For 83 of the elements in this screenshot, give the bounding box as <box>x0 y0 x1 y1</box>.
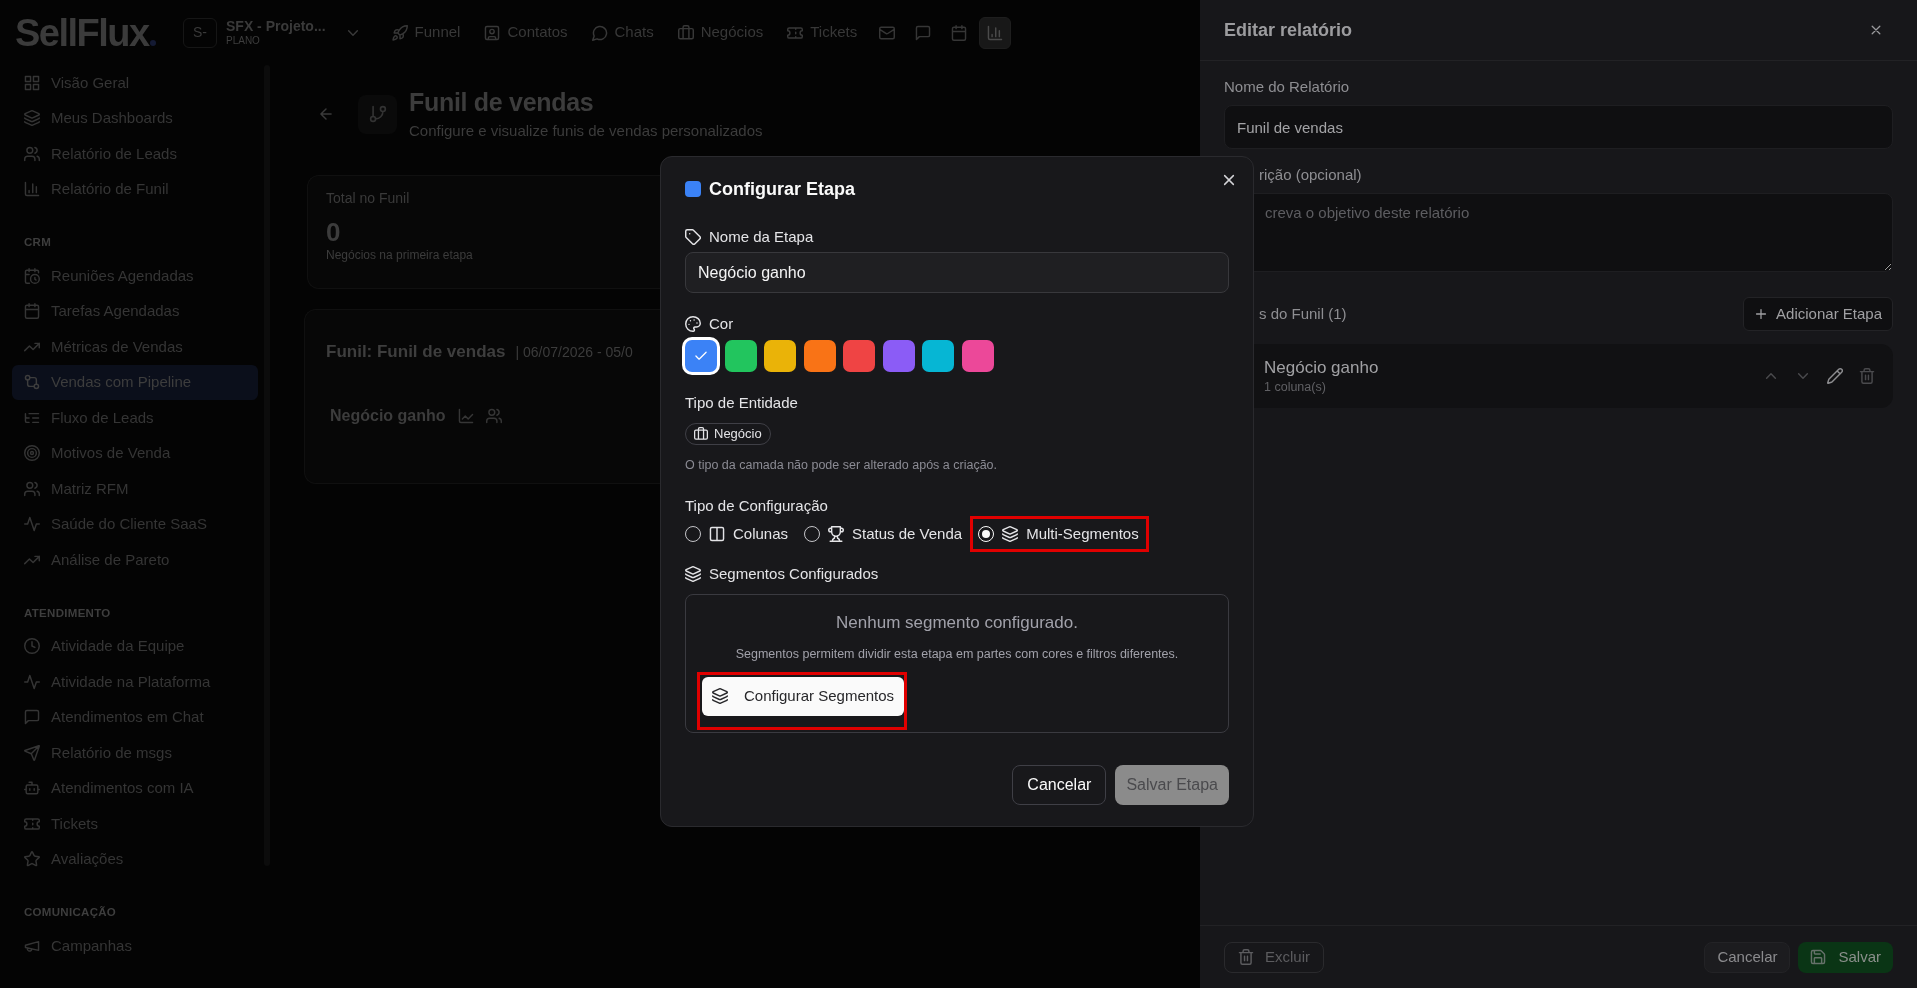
empty-text: Segmentos permitem dividir esta etapa em partes com cores e filtros diferentes. <box>735 645 1179 663</box>
radio-option[interactable]: Multi-Segmentos <box>978 522 1139 546</box>
field-label: Tipo de Configuração <box>685 496 828 516</box>
robot-icon <box>24 780 40 797</box>
page-title: Funil de vendas <box>409 87 595 117</box>
layers-icon <box>24 110 40 127</box>
color-swatch[interactable] <box>961 340 994 372</box>
rocket-icon <box>391 24 408 41</box>
save-button[interactable]: Salvar <box>1798 941 1893 973</box>
paper-plane-icon <box>24 744 40 761</box>
people-icon <box>24 480 40 497</box>
close-icon[interactable] <box>1221 172 1237 188</box>
field-label: rição (opcional) <box>1259 165 1362 185</box>
field-label: Nome do Relatório <box>1224 77 1350 97</box>
color-swatch[interactable] <box>685 340 717 372</box>
field-label: Segmentos Configurados <box>709 563 879 584</box>
ticket-icon <box>787 24 804 41</box>
people-icon <box>24 145 40 162</box>
stage-caption: 1 coluna(s) <box>1264 379 1326 395</box>
trophy-icon <box>828 526 845 542</box>
configure-segments-button[interactable]: Configurar Segmentos <box>702 676 905 716</box>
section-heading: COMUNICAÇÃO <box>24 905 117 920</box>
close-icon[interactable] <box>1869 23 1883 37</box>
section-heading: ATENDIMENTO <box>24 605 111 621</box>
cancel-button[interactable]: Cancelar <box>1012 764 1107 805</box>
color-swatch[interactable] <box>843 340 875 372</box>
trash-icon <box>1238 949 1254 965</box>
tag-icon <box>685 229 701 245</box>
radio-option[interactable]: Colunas <box>685 522 789 546</box>
text-field[interactable]: Negócio ganho <box>685 252 1229 293</box>
chat-bubble-icon <box>915 24 932 41</box>
field-label: Cor <box>709 314 734 334</box>
contact-card-icon <box>484 24 501 41</box>
plan-label: PLANO <box>226 36 261 46</box>
layers-icon <box>712 688 728 704</box>
helper-text: O tipo da camada não pode ser alterado após a criação. <box>685 457 997 473</box>
clock-icon <box>24 638 40 655</box>
section-label: s do Funil (1) <box>1259 303 1347 324</box>
columns-icon <box>709 526 725 542</box>
speech-bubble-icon <box>591 24 608 41</box>
empty-title: Nenhum segmento configurado. <box>836 611 1078 634</box>
color-swatch[interactable] <box>724 340 757 372</box>
stage-color-icon <box>685 181 701 197</box>
calendar-icon <box>951 24 968 41</box>
dialog-title: Configurar Etapa <box>709 177 855 201</box>
cancel-button[interactable]: Cancelar <box>1704 941 1791 973</box>
calendar-clock-icon <box>24 267 40 284</box>
briefcase-icon <box>694 427 708 441</box>
text-field[interactable]: Funil de vendas <box>1224 105 1893 149</box>
page-subtitle: Configure e visualize funis de vendas personalizados <box>409 121 763 141</box>
check-icon <box>694 349 708 363</box>
star-icon <box>24 851 40 868</box>
route-icon <box>24 374 40 391</box>
section-heading: CRM <box>24 235 52 250</box>
layers-icon <box>685 565 701 582</box>
pulse-icon <box>24 516 40 533</box>
ticket-icon <box>24 815 40 832</box>
branch-icon <box>358 94 397 134</box>
calendar-icon <box>24 303 40 320</box>
briefcase-icon <box>677 24 694 41</box>
radio-option[interactable]: Status de Venda <box>804 522 963 546</box>
field-label: Tipo de Entidade <box>685 393 798 413</box>
delete-button[interactable]: Excluir <box>1224 941 1324 973</box>
color-swatch[interactable] <box>764 340 796 372</box>
plus-icon <box>1754 307 1769 321</box>
stage-name: Negócio ganho <box>1264 357 1379 379</box>
bar-chart-icon <box>987 24 1004 41</box>
nav-icon-button[interactable] <box>979 16 1012 49</box>
color-swatch[interactable] <box>803 340 836 372</box>
color-swatch[interactable] <box>922 340 954 372</box>
color-swatch[interactable] <box>882 340 915 372</box>
target-icon <box>24 445 40 462</box>
panel-title: Editar relatório <box>1224 18 1353 42</box>
add-stage-button[interactable]: Adicionar Etapa <box>1743 297 1893 331</box>
field-label: Nome da Etapa <box>709 227 814 247</box>
palette-icon <box>685 316 701 332</box>
pencil-icon[interactable] <box>1827 368 1843 384</box>
layers-icon <box>1002 526 1019 542</box>
chat-bubble-icon <box>24 709 40 726</box>
bar-chart-icon <box>24 181 40 198</box>
grid-icon <box>24 74 40 91</box>
pulse-icon <box>24 673 40 690</box>
envelope-icon <box>879 24 896 41</box>
